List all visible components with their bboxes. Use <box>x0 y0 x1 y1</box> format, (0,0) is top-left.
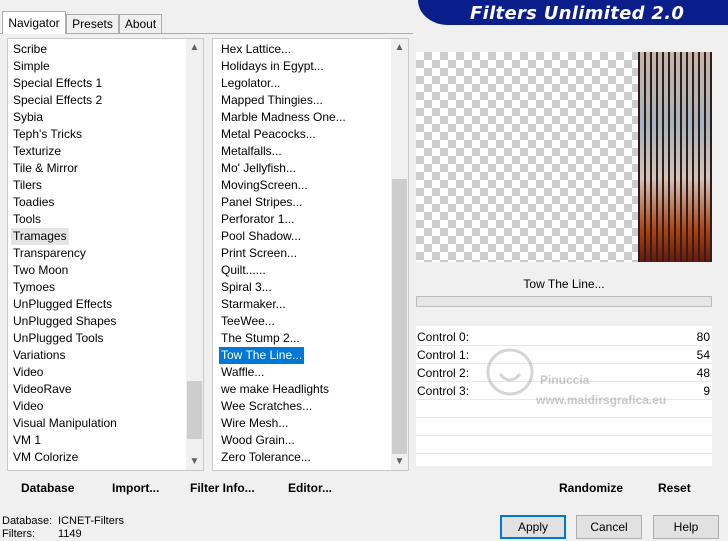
cancel-button[interactable]: Cancel <box>576 515 642 539</box>
control-label: Control 3: <box>417 384 470 398</box>
category-item[interactable]: VM 1 <box>13 432 203 449</box>
category-item[interactable]: VideoRave <box>13 381 203 398</box>
filter-item[interactable]: Holidays in Egypt... <box>221 58 408 75</box>
category-item[interactable]: Video <box>13 398 203 415</box>
status-database: Database: ICNET-Filters <box>2 515 124 528</box>
category-item[interactable]: Tile & Mirror <box>13 160 203 177</box>
status-filters-label: Filters: <box>2 528 35 540</box>
category-item[interactable]: Variations <box>13 347 203 364</box>
tab-about[interactable]: About <box>119 14 162 33</box>
filter-item[interactable]: Panel Stripes... <box>221 194 408 211</box>
category-scroll-thumb[interactable] <box>187 381 202 439</box>
category-item[interactable]: Scribe <box>13 41 203 58</box>
filter-item[interactable]: we make Headlights <box>221 381 408 398</box>
help-button[interactable]: Help <box>653 515 719 539</box>
category-item[interactable]: UnPlugged Shapes <box>13 313 203 330</box>
status-filters: Filters: 1149 <box>2 528 82 541</box>
filter-info-button[interactable]: Filter Info... <box>190 475 255 501</box>
filter-item[interactable]: TeeWee... <box>221 313 408 330</box>
watermark-name: Pinuccia <box>540 373 590 387</box>
filter-scroll-thumb[interactable] <box>392 179 407 454</box>
scroll-down-icon[interactable]: ▼ <box>186 453 203 470</box>
filter-item[interactable]: Mapped Thingies... <box>221 92 408 109</box>
control-label: Control 2: <box>417 366 470 380</box>
filter-item[interactable]: Pool Shadow... <box>221 228 408 245</box>
filter-item[interactable]: Starmaker... <box>221 296 408 313</box>
filter-item[interactable]: Wee Scratches... <box>221 398 408 415</box>
category-item[interactable]: Special Effects 2 <box>13 92 203 109</box>
filter-item[interactable]: Wood Grain... <box>221 432 408 449</box>
category-item[interactable]: Teph's Tricks <box>13 126 203 143</box>
filter-item[interactable]: The Stump 2... <box>221 330 408 347</box>
filter-item[interactable]: Marble Madness One... <box>221 109 408 126</box>
category-scrollbar[interactable]: ▲ ▼ <box>186 39 203 470</box>
filter-item[interactable]: Mo' Jellyfish... <box>221 160 408 177</box>
status-database-value: ICNET-Filters <box>58 515 124 527</box>
filter-item[interactable]: Print Screen... <box>221 245 408 262</box>
category-item[interactable]: Tramages <box>11 228 69 245</box>
category-item[interactable]: UnPlugged Tools <box>13 330 203 347</box>
category-item[interactable]: UnPlugged Effects <box>13 296 203 313</box>
control-value[interactable]: 9 <box>703 382 710 400</box>
scroll-down-icon[interactable]: ▼ <box>391 453 408 470</box>
app-title: Filters Unlimited 2.0 <box>470 3 685 24</box>
tab-navigator[interactable]: Navigator <box>2 11 66 34</box>
control-row-empty <box>416 418 712 436</box>
filter-item[interactable]: MovingScreen... <box>221 177 408 194</box>
filter-item[interactable]: Metalfalls... <box>221 143 408 160</box>
category-item[interactable]: Texturize <box>13 143 203 160</box>
control-label: Control 0: <box>417 330 470 344</box>
category-item[interactable]: VM Colorize <box>13 449 203 466</box>
filter-item[interactable]: Wire Mesh... <box>221 415 408 432</box>
reset-button[interactable]: Reset <box>658 475 691 501</box>
scroll-up-icon[interactable]: ▲ <box>391 39 408 56</box>
scroll-up-icon[interactable]: ▲ <box>186 39 203 56</box>
status-filters-value: 1149 <box>58 528 82 540</box>
editor-button[interactable]: Editor... <box>288 475 332 501</box>
category-item[interactable]: Special Effects 1 <box>13 75 203 92</box>
filter-item[interactable]: Legolator... <box>221 75 408 92</box>
filter-item[interactable]: Hex Lattice... <box>221 41 408 58</box>
watermark-url: www.maidirsgrafica.eu <box>535 393 666 407</box>
watermark-logo: Pinuccia www.maidirsgrafica.eu <box>486 348 666 407</box>
left-button-bar: Database Import... Filter Info... Editor… <box>7 475 409 501</box>
filter-item[interactable]: Waffle... <box>221 364 408 381</box>
category-item[interactable]: Video <box>13 364 203 381</box>
tab-presets[interactable]: Presets <box>66 14 119 33</box>
right-button-bar: Randomize Reset <box>416 475 712 501</box>
control-row-empty <box>416 436 712 454</box>
category-item[interactable]: Tymoes <box>13 279 203 296</box>
apply-button[interactable]: Apply <box>500 515 566 539</box>
preview-image <box>416 52 712 262</box>
category-item[interactable]: Toadies <box>13 194 203 211</box>
filter-item[interactable]: Perforator 1... <box>221 211 408 228</box>
randomize-button[interactable]: Randomize <box>559 475 623 501</box>
import-button[interactable]: Import... <box>112 475 159 501</box>
category-item[interactable]: Transparency <box>13 245 203 262</box>
filter-item[interactable]: Tow The Line... <box>219 347 305 364</box>
category-item[interactable]: Two Moon <box>13 262 203 279</box>
filter-item[interactable]: Zero Tolerance... <box>221 449 408 466</box>
category-item[interactable]: Sybia <box>13 109 203 126</box>
category-item[interactable]: Simple <box>13 58 203 75</box>
progress-bar <box>416 296 712 307</box>
selected-filter-name: Tow The Line... <box>523 277 605 291</box>
control-label: Control 1: <box>417 348 470 362</box>
category-list[interactable]: Scribe Simple Special Effects 1 Special Eff… <box>7 38 204 471</box>
filter-item[interactable]: Spiral 3... <box>221 279 408 296</box>
category-item[interactable]: Tools <box>13 211 203 228</box>
filter-item[interactable]: Quilt...... <box>221 262 408 279</box>
status-database-label: Database: <box>2 515 53 527</box>
filter-item[interactable]: Metal Peacocks... <box>221 126 408 143</box>
preview-stripes <box>638 52 712 262</box>
category-item[interactable]: Tilers <box>13 177 203 194</box>
category-item[interactable]: Visual Manipulation <box>13 415 203 432</box>
filter-scrollbar[interactable]: ▲ ▼ <box>391 39 408 470</box>
filter-list[interactable]: Hex Lattice... Holidays in Egypt... Legola… <box>212 38 409 471</box>
database-button[interactable]: Database <box>21 475 74 501</box>
